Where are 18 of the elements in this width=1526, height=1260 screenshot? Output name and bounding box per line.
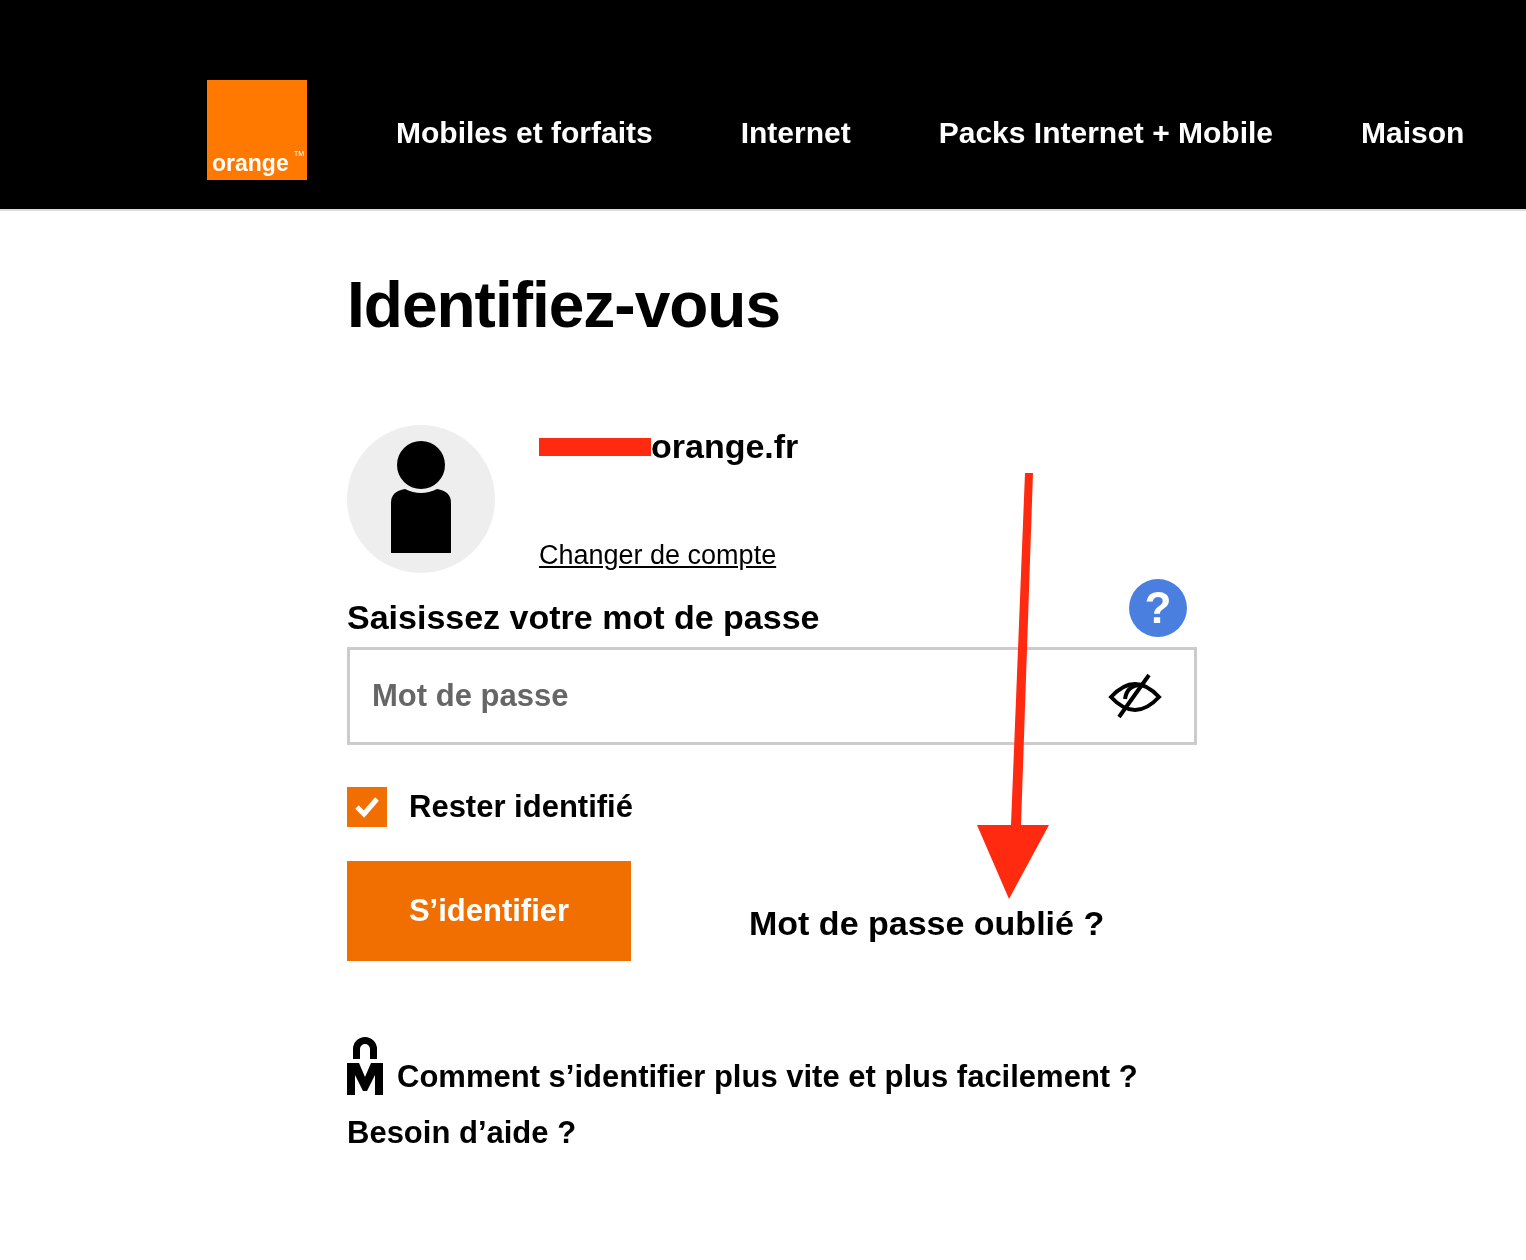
lock-icon bbox=[347, 1035, 383, 1095]
help-link[interactable]: Comment s’identifier plus vite et plus facilement ? bbox=[397, 1059, 1138, 1095]
logo-text: orange bbox=[212, 150, 289, 177]
page-title: Identifiez-vous bbox=[347, 268, 782, 337]
nav-link[interactable]: Mobiles et forfaits bbox=[396, 116, 653, 150]
nav-link[interactable]: Packs Internet + Mobile bbox=[938, 116, 1273, 150]
eye-slash-icon[interactable] bbox=[1107, 673, 1163, 719]
nav-link[interactable]: Internet bbox=[740, 116, 851, 150]
nav-link[interactable]: Maison bbox=[1361, 116, 1465, 150]
account-email: orange.fr bbox=[651, 427, 799, 466]
remember-label: Rester identifié bbox=[409, 789, 633, 825]
password-label: Saisissez votre mot de passe bbox=[347, 598, 820, 637]
help-link[interactable]: Besoin d’aide ? bbox=[347, 1115, 577, 1151]
forgot-password-link[interactable]: Mot de passe oublié ? bbox=[749, 903, 1105, 943]
help-button[interactable]: ? bbox=[1129, 579, 1187, 637]
change-account-link[interactable]: Changer de compte bbox=[539, 540, 799, 571]
password-field[interactable]: Mot de passe bbox=[347, 647, 1197, 745]
remember-checkbox[interactable] bbox=[347, 787, 387, 827]
